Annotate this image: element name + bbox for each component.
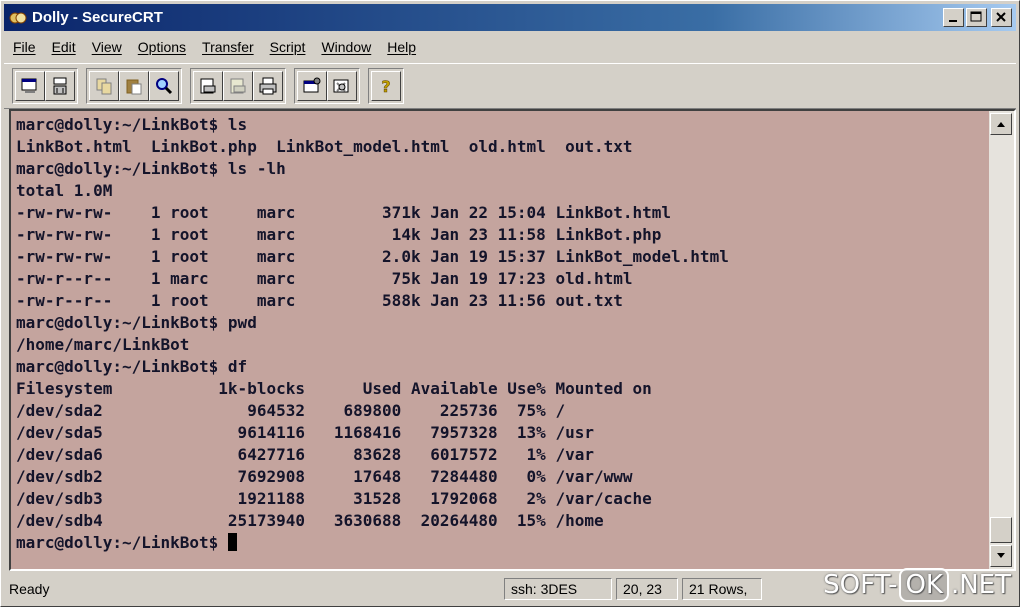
terminal-prompt: marc@dolly:~/LinkBot$: [16, 533, 228, 552]
watermark-right: .NET: [950, 570, 1011, 600]
menu-bar: File Edit View Options Transfer Script W…: [4, 34, 1016, 60]
toolbar-group-options: [294, 68, 360, 104]
menu-help[interactable]: Help: [378, 39, 423, 55]
connect-icon[interactable]: [15, 71, 45, 101]
maximize-button[interactable]: [966, 8, 987, 27]
scroll-up-icon[interactable]: [990, 113, 1012, 135]
minimize-button[interactable]: [943, 8, 964, 27]
status-rows: 21 Rows,: [682, 578, 762, 600]
scroll-down-icon[interactable]: [990, 545, 1012, 567]
find-icon[interactable]: [149, 71, 179, 101]
menu-options[interactable]: Options: [129, 39, 193, 55]
terminal-line: -rw-rw-rw- 1 root marc 14k Jan 23 11:58 …: [16, 225, 662, 244]
menu-window[interactable]: Window: [312, 39, 378, 55]
securecrt-window: Dolly - SecureCRT File Edit View Options…: [0, 0, 1020, 607]
session-options-icon[interactable]: [297, 71, 327, 101]
paste-icon[interactable]: [119, 71, 149, 101]
global-options-icon[interactable]: [327, 71, 357, 101]
terminal-line: -rw-rw-rw- 1 root marc 371k Jan 22 15:04…: [16, 203, 672, 222]
status-ready: Ready: [9, 581, 50, 597]
terminal-line: -rw-rw-rw- 1 root marc 2.0k Jan 19 15:37…: [16, 247, 729, 266]
menu-transfer[interactable]: Transfer: [193, 39, 261, 55]
copy-icon[interactable]: [89, 71, 119, 101]
title-bar[interactable]: Dolly - SecureCRT: [4, 4, 1016, 31]
menu-file[interactable]: File: [4, 39, 43, 55]
terminal-cursor: [227, 533, 237, 551]
menu-script[interactable]: Script: [261, 39, 313, 55]
toolbar-group-connect: [12, 68, 78, 104]
terminal-prompt-line: marc@dolly:~/LinkBot$: [16, 532, 729, 554]
menu-view[interactable]: View: [83, 39, 129, 55]
app-icon: [9, 9, 27, 27]
watermark-logo: SOFT- OK .NET: [823, 568, 1011, 602]
print-selection-icon[interactable]: [223, 71, 253, 101]
terminal-frame: marc@dolly:~/LinkBot$ ls LinkBot.html Lin…: [9, 109, 1016, 571]
terminal-line: /dev/sda5 9614116 1168416 7957328 13% /u…: [16, 423, 594, 442]
terminal-line: marc@dolly:~/LinkBot$ ls -lh: [16, 159, 286, 178]
print-icon[interactable]: [253, 71, 283, 101]
toolbar: ?: [4, 63, 1016, 109]
terminal-line: /home/marc/LinkBot: [16, 335, 190, 354]
toolbar-group-print: [190, 68, 286, 104]
watermark-left: SOFT-: [823, 570, 898, 600]
terminal-line: /dev/sdb2 7692908 17648 7284480 0% /var/…: [16, 467, 633, 486]
terminal-line: Filesystem 1k-blocks Used Available Use%…: [16, 379, 652, 398]
terminal-line: marc@dolly:~/LinkBot$ df: [16, 357, 248, 376]
status-cipher: ssh: 3DES: [504, 578, 612, 600]
quick-connect-icon[interactable]: [45, 71, 75, 101]
toolbar-group-edit: [86, 68, 182, 104]
vertical-scrollbar[interactable]: [989, 111, 1014, 569]
terminal-line: total 1.0M: [16, 181, 113, 200]
terminal-line: /dev/sda2 964532 689800 225736 75% /: [16, 401, 566, 420]
terminal-line: /dev/sda6 6427716 83628 6017572 1% /var: [16, 445, 594, 464]
terminal-line: -rw-r--r-- 1 root marc 588k Jan 23 11:56…: [16, 291, 623, 310]
terminal-line: /dev/sdb3 1921188 31528 1792068 2% /var/…: [16, 489, 652, 508]
status-position: 20, 23: [616, 578, 678, 600]
scrollbar-thumb[interactable]: [990, 517, 1012, 543]
terminal-line: /dev/sdb4 25173940 3630688 20264480 15% …: [16, 511, 604, 530]
menu-edit[interactable]: Edit: [43, 39, 83, 55]
terminal-line: -rw-r--r-- 1 marc marc 75k Jan 19 17:23 …: [16, 269, 633, 288]
terminal-line: marc@dolly:~/LinkBot$ pwd: [16, 313, 257, 332]
watermark-box: OK: [899, 568, 949, 602]
terminal-output: marc@dolly:~/LinkBot$ ls LinkBot.html Lin…: [16, 114, 729, 554]
window-title: Dolly - SecureCRT: [32, 9, 163, 26]
terminal-screen[interactable]: marc@dolly:~/LinkBot$ ls LinkBot.html Lin…: [11, 111, 989, 569]
print-setup-icon[interactable]: [193, 71, 223, 101]
terminal-line: marc@dolly:~/LinkBot$ ls: [16, 115, 248, 134]
toolbar-group-help: ?: [368, 68, 404, 104]
help-icon[interactable]: ?: [371, 71, 401, 101]
svg-text:?: ?: [381, 77, 390, 96]
close-button[interactable]: [991, 8, 1012, 27]
terminal-line: LinkBot.html LinkBot.php LinkBot_model.h…: [16, 137, 633, 156]
